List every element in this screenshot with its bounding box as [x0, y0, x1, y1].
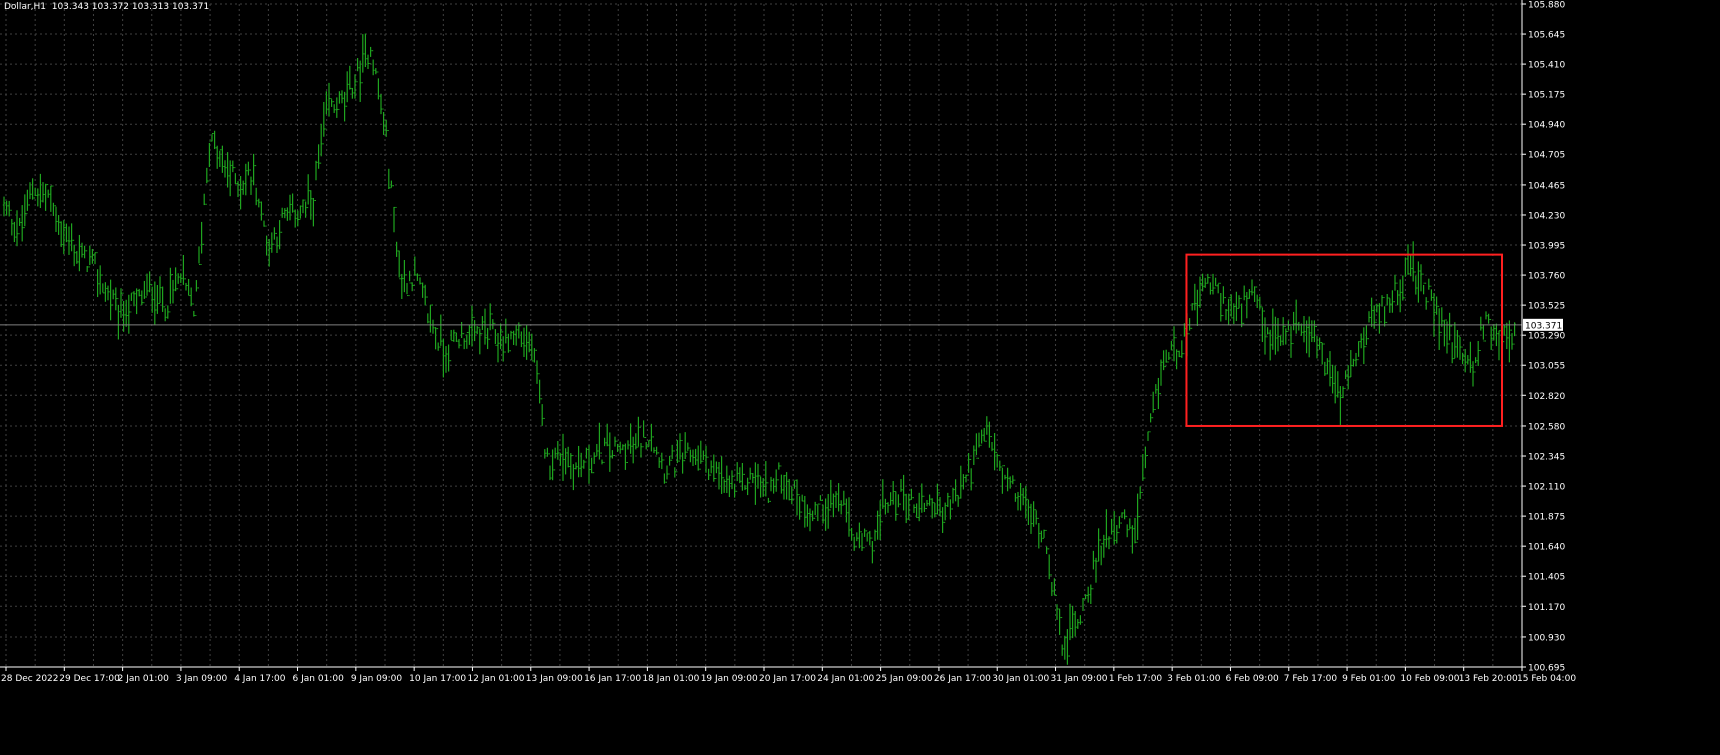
x-tick-label: 13 Feb 20:00 [1459, 674, 1518, 684]
y-tick-label: 101.875 [1528, 513, 1565, 523]
y-tick-label: 104.940 [1528, 121, 1565, 131]
y-tick-label: 105.645 [1528, 31, 1565, 41]
x-tick-label: 13 Jan 09:00 [526, 674, 583, 684]
x-tick-label: 28 Dec 2022 [1, 674, 59, 684]
y-tick-label: 104.465 [1528, 181, 1565, 191]
x-tick-label: 20 Jan 17:00 [759, 674, 816, 684]
x-tick-label: 16 Jan 17:00 [584, 674, 641, 684]
y-tick-label: 102.580 [1528, 422, 1565, 432]
grid-layer [0, 0, 1720, 751]
y-tick-label: 103.290 [1528, 332, 1565, 342]
x-tick-label: 9 Feb 01:00 [1342, 674, 1396, 684]
y-tick-label: 100.930 [1528, 633, 1565, 643]
y-tick-label: 104.230 [1528, 211, 1565, 221]
y-tick-label: 102.345 [1528, 453, 1565, 463]
x-tick-label: 4 Jan 17:00 [234, 674, 286, 684]
x-tick-label: 31 Jan 09:00 [1051, 674, 1108, 684]
x-tick-label: 3 Jan 09:00 [176, 674, 228, 684]
x-tick-label: 19 Jan 09:00 [701, 674, 758, 684]
x-tick-label: 26 Jan 17:00 [934, 674, 991, 684]
x-tick-label: 7 Feb 17:00 [1284, 674, 1338, 684]
x-tick-label: 6 Feb 09:00 [1225, 674, 1279, 684]
x-tick-label: 2 Jan 01:00 [118, 674, 170, 684]
y-tick-label: 101.405 [1528, 573, 1565, 583]
x-tick-label: 18 Jan 01:00 [642, 674, 699, 684]
y-tick-label: 102.820 [1528, 392, 1565, 402]
x-tick-label: 9 Jan 09:00 [351, 674, 403, 684]
x-tick-label: 1 Feb 17:00 [1109, 674, 1163, 684]
x-tick-label: 10 Jan 17:00 [409, 674, 466, 684]
chart-background [0, 0, 1720, 751]
x-tick-label: 10 Feb 09:00 [1400, 674, 1459, 684]
y-tick-label: 103.055 [1528, 362, 1565, 372]
y-tick-label: 104.705 [1528, 151, 1565, 161]
x-tick-label: 6 Jan 01:00 [293, 674, 345, 684]
y-tick-label: 103.995 [1528, 242, 1565, 252]
y-tick-label: 103.525 [1528, 302, 1565, 312]
y-tick-label: 105.410 [1528, 61, 1565, 71]
x-tick-label: 30 Jan 01:00 [992, 674, 1049, 684]
y-tick-label: 102.110 [1528, 483, 1565, 493]
x-tick-label: 15 Feb 04:00 [1517, 674, 1576, 684]
x-tick-label: 25 Jan 09:00 [876, 674, 933, 684]
y-tick-label: 101.170 [1528, 603, 1565, 613]
x-tick-label: 29 Dec 17:00 [59, 674, 120, 684]
y-tick-label: 105.175 [1528, 91, 1565, 101]
y-tick-label: 100.695 [1528, 664, 1565, 674]
x-tick-label: 3 Feb 01:00 [1167, 674, 1221, 684]
y-tick-label: 103.760 [1528, 272, 1565, 282]
y-tick-label: 105.880 [1528, 1, 1565, 11]
x-tick-label: 24 Jan 01:00 [817, 674, 874, 684]
x-tick-label: 12 Jan 01:00 [467, 674, 524, 684]
price-chart[interactable]: 103.371 105.880 105.645 105.410 105.175 104.… [0, 0, 1720, 751]
symbol-info: Dollar,H1 103.343 103.372 103.313 103.37… [4, 2, 210, 12]
y-tick-label: 101.640 [1528, 543, 1565, 553]
chart-canvas[interactable]: 103.371 105.880 105.645 105.410 105.175 104.… [0, 0, 1720, 751]
current-price-label: 103.371 [1525, 321, 1562, 331]
